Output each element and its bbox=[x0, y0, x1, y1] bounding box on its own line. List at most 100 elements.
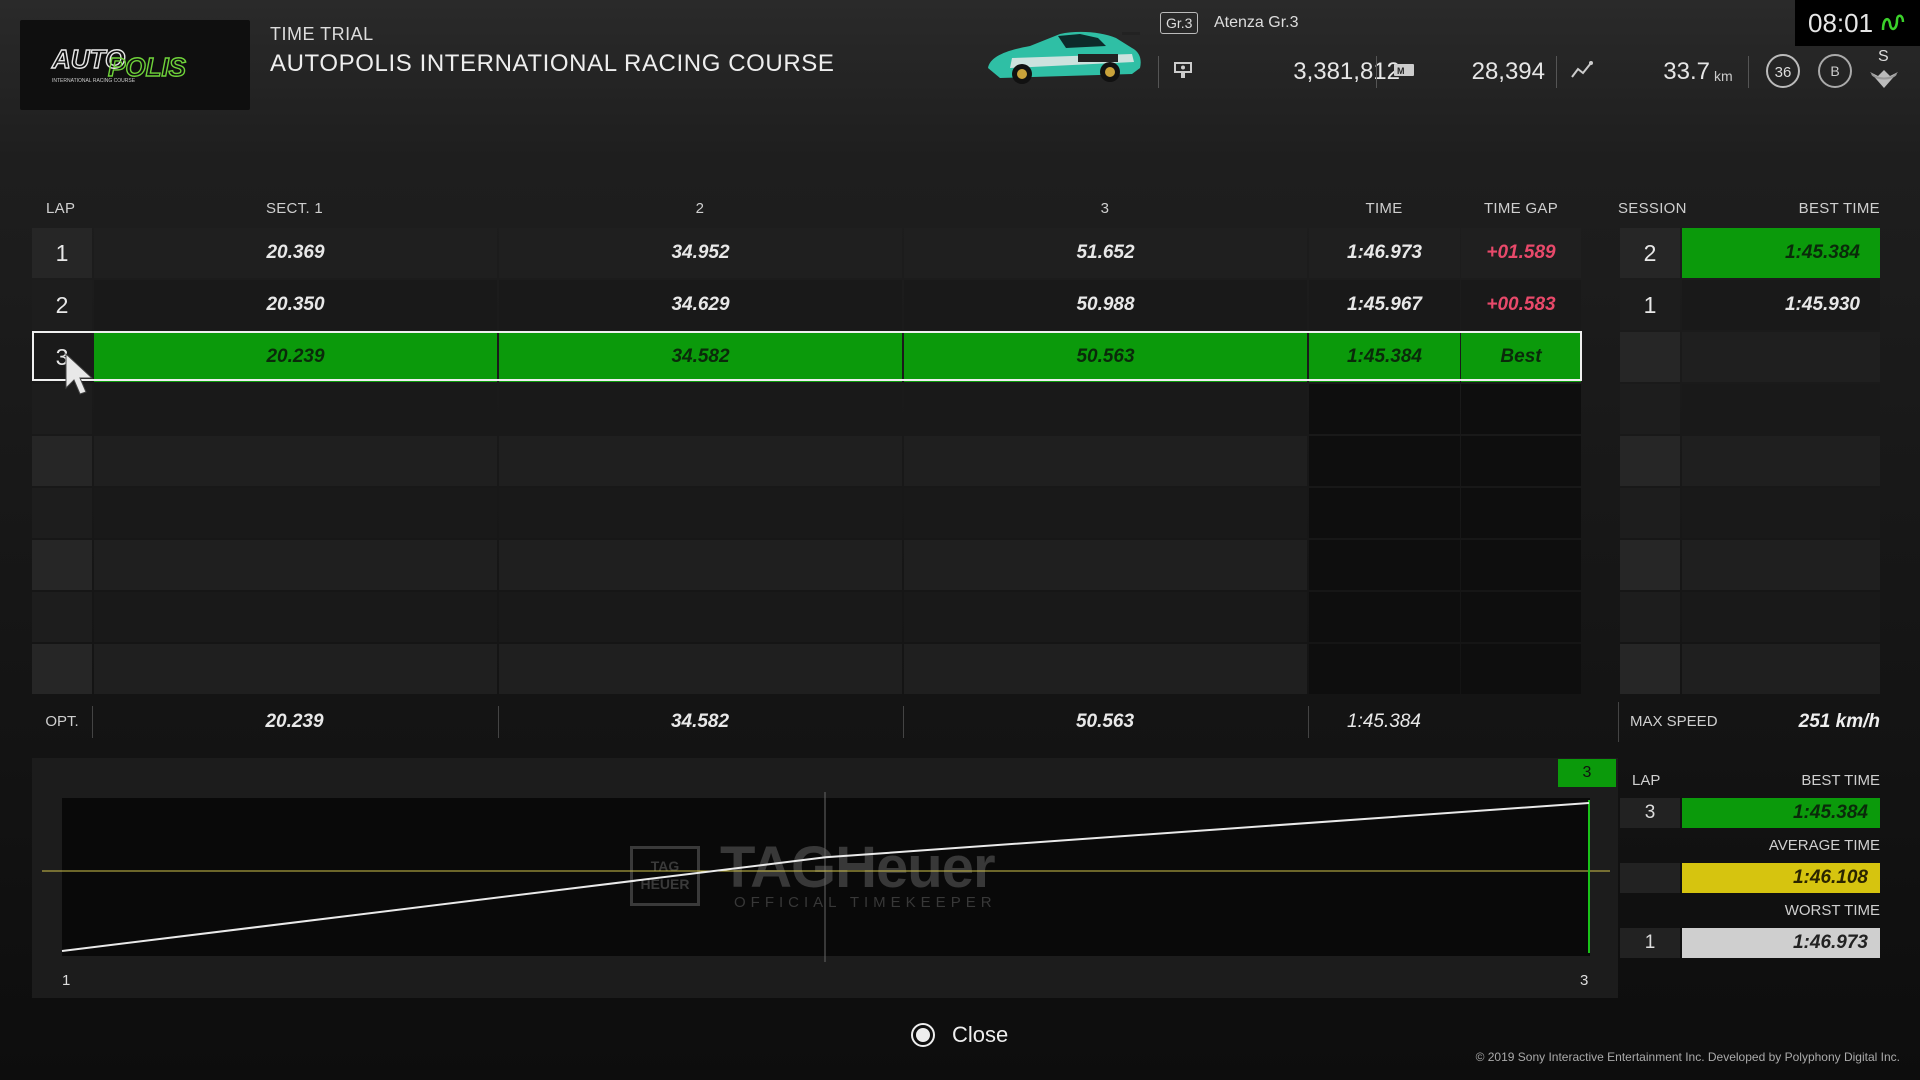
empty-cell bbox=[904, 384, 1307, 434]
col-header-time: TIME bbox=[1365, 200, 1403, 217]
optimal-time: 1:45.384 bbox=[1347, 711, 1421, 732]
empty-cell bbox=[904, 540, 1307, 590]
autopolis-logo: AUTO POLIS INTERNATIONAL RACING COURSE bbox=[50, 44, 187, 84]
empty-cell bbox=[1461, 644, 1581, 694]
divider bbox=[1748, 56, 1749, 88]
col-header-time-gap: TIME GAP bbox=[1483, 200, 1559, 217]
summary-lap-label: LAP bbox=[1632, 772, 1661, 789]
empty-cell bbox=[904, 592, 1307, 642]
empty-cell bbox=[1620, 384, 1680, 434]
empty-cell bbox=[94, 488, 497, 538]
empty-cell bbox=[1309, 592, 1460, 642]
divider bbox=[1158, 56, 1159, 88]
lap-1-s2: 34.952 bbox=[499, 228, 902, 278]
empty-cell bbox=[499, 384, 902, 434]
svg-text:INTERNATIONAL RACING COURSE: INTERNATIONAL RACING COURSE bbox=[52, 78, 136, 84]
empty-cell bbox=[32, 592, 92, 642]
distance-unit: km bbox=[1714, 68, 1733, 84]
empty-cell bbox=[1309, 644, 1460, 694]
empty-cell bbox=[94, 384, 497, 434]
selected-row-outline[interactable] bbox=[32, 331, 1582, 381]
summary-average-label: AVERAGE TIME bbox=[1768, 837, 1880, 854]
empty-cell bbox=[1620, 644, 1680, 694]
empty-cell bbox=[1682, 540, 1880, 590]
lap-2-time: 1:45.967 bbox=[1309, 280, 1460, 330]
col-header-session: SESSION bbox=[1618, 200, 1687, 217]
optimal-row: OPT. 20.239 34.582 50.563 1:45.384 bbox=[32, 702, 1588, 742]
track-name: AUTOPOLIS INTERNATIONAL RACING COURSE bbox=[270, 50, 835, 77]
lap-1-s3: 51.652 bbox=[904, 228, 1307, 278]
lap-1-lap: 1 bbox=[32, 228, 92, 278]
clock: 08:01 bbox=[1808, 8, 1874, 38]
empty-cell bbox=[1620, 332, 1680, 382]
optimal-label: OPT. bbox=[45, 713, 79, 730]
tag-heuer-watermark: TAGHeuer bbox=[720, 835, 996, 900]
col-header-sect2: 2 bbox=[695, 200, 705, 217]
empty-cell bbox=[1461, 436, 1581, 486]
lap-1-gap: +01.589 bbox=[1461, 228, 1581, 278]
empty-cell bbox=[1620, 540, 1680, 590]
credits-icon bbox=[1172, 60, 1196, 82]
empty-cell bbox=[1309, 540, 1460, 590]
lap-2-s1: 20.350 bbox=[94, 280, 497, 330]
session-1-number: 1 bbox=[1620, 280, 1680, 330]
copyright: © 2019 Sony Interactive Entertainment In… bbox=[1475, 1050, 1900, 1064]
svg-text:M: M bbox=[1397, 66, 1405, 76]
distance-icon bbox=[1570, 60, 1594, 82]
lap-2-s2: 34.629 bbox=[499, 280, 902, 330]
empty-cell bbox=[1309, 436, 1460, 486]
sportsmanship-rating: S bbox=[1878, 48, 1889, 65]
best-lap-marker: 3 bbox=[1558, 759, 1616, 787]
graph-x-start: 1 bbox=[62, 972, 71, 989]
empty-cell bbox=[1461, 488, 1581, 538]
tag-heuer-badge: TAG HEUER bbox=[630, 846, 700, 906]
empty-cell bbox=[32, 488, 92, 538]
empty-cell bbox=[1620, 592, 1680, 642]
empty-cell bbox=[94, 436, 497, 486]
circle-button-icon bbox=[911, 1023, 935, 1047]
track-logo: AUTO POLIS INTERNATIONAL RACING COURSE bbox=[20, 20, 250, 110]
empty-cell bbox=[1620, 436, 1680, 486]
empty-cell bbox=[499, 436, 902, 486]
session-2-number: 2 bbox=[1620, 228, 1680, 278]
optimal-sect2: 34.582 bbox=[670, 711, 730, 732]
col-header-lap: LAP bbox=[46, 200, 76, 217]
cursor-pointer-icon bbox=[65, 352, 94, 395]
empty-cell bbox=[499, 488, 902, 538]
distance-value: 33.7 bbox=[1663, 58, 1710, 85]
driver-rating-badge: B bbox=[1818, 54, 1852, 88]
car-image bbox=[988, 31, 1141, 84]
empty-cell bbox=[32, 540, 92, 590]
car-name: Atenza Gr.3 bbox=[1214, 14, 1299, 31]
empty-cell bbox=[1461, 592, 1581, 642]
close-button-label: Close bbox=[952, 1022, 1009, 1047]
empty-cell bbox=[904, 436, 1307, 486]
col-header-best-time: BEST TIME bbox=[1798, 200, 1880, 217]
empty-cell bbox=[94, 592, 497, 642]
empty-cell bbox=[904, 644, 1307, 694]
empty-cell bbox=[1309, 488, 1460, 538]
col-header-sect3: 3 bbox=[1100, 200, 1110, 217]
empty-cell bbox=[1461, 384, 1581, 434]
empty-cell bbox=[1682, 332, 1880, 382]
summary-average-lap bbox=[1620, 863, 1680, 893]
empty-cell bbox=[94, 540, 497, 590]
empty-cell bbox=[499, 540, 902, 590]
empty-cell bbox=[94, 644, 497, 694]
summary-best-label: BEST TIME bbox=[1801, 772, 1880, 789]
lap-1-time: 1:46.973 bbox=[1309, 228, 1460, 278]
summary-worst-label: WORST TIME bbox=[1784, 902, 1880, 919]
session-2-best-time: 1:45.384 bbox=[1682, 228, 1880, 278]
lap-2-gap: +00.583 bbox=[1461, 280, 1581, 330]
lap-1-s1: 20.369 bbox=[94, 228, 497, 278]
summary-worst-time: 1:46.973 bbox=[1682, 928, 1880, 958]
empty-cell bbox=[1682, 384, 1880, 434]
empty-cell bbox=[1682, 644, 1880, 694]
session-1-best-time: 1:45.930 bbox=[1682, 280, 1880, 330]
empty-cell bbox=[1461, 540, 1581, 590]
empty-cell bbox=[904, 488, 1307, 538]
empty-cell bbox=[1682, 592, 1880, 642]
mode-label: TIME TRIAL bbox=[270, 24, 374, 44]
empty-cell bbox=[1682, 436, 1880, 486]
empty-cell bbox=[32, 436, 92, 486]
